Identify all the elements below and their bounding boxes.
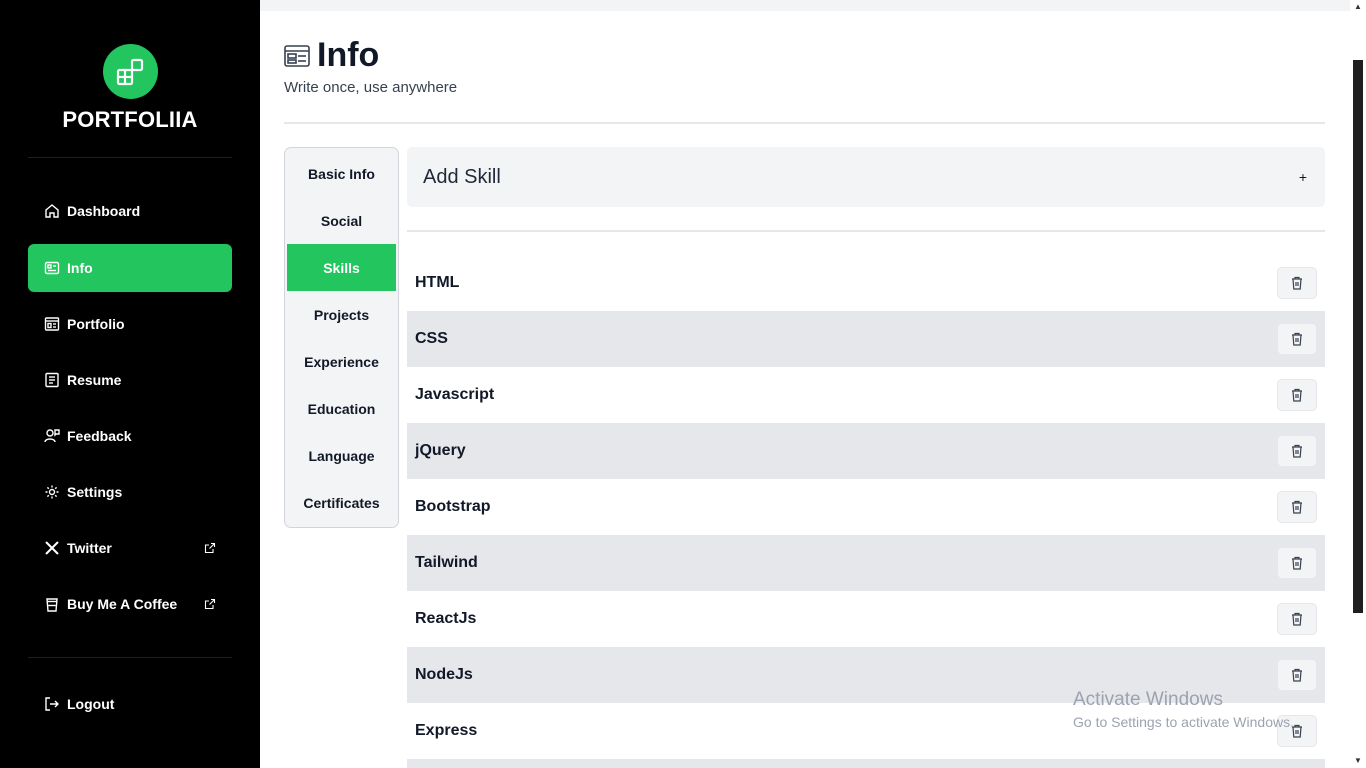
header-divider: [284, 122, 1325, 124]
sidebar-divider: [28, 157, 232, 158]
sidebar: PORTFOLIIA Dashboard Info Portfolio Resu…: [0, 0, 260, 768]
scroll-thumb[interactable]: [1353, 60, 1363, 613]
trash-icon: [1292, 332, 1302, 346]
tab-skills[interactable]: Skills: [287, 244, 396, 291]
skill-name: NodeJs: [415, 666, 473, 683]
logout-icon: [44, 696, 60, 712]
page-title: Info: [317, 36, 380, 74]
watermark-title: Activate Windows: [1073, 689, 1223, 710]
skills-divider: [407, 230, 1325, 232]
page-header: Info Write once, use anywhere: [284, 36, 457, 96]
sidebar-item-dashboard[interactable]: Dashboard: [28, 187, 232, 235]
vertical-scrollbar[interactable]: ▲ ▼: [1350, 0, 1366, 768]
skill-row: Javascript: [407, 367, 1325, 423]
sidebar-item-label: Resume: [67, 372, 122, 388]
info-card-icon: [284, 44, 310, 68]
windows-activation-watermark: Activate Windows Go to Settings to activ…: [1073, 689, 1294, 730]
sidebar-item-label: Twitter: [67, 540, 112, 556]
sidebar-item-label: Portfolio: [67, 316, 125, 332]
delete-skill-button[interactable]: [1277, 547, 1317, 579]
sidebar-item-label: Info: [67, 260, 93, 276]
trash-icon: [1292, 444, 1302, 458]
brand-name: PORTFOLIIA: [62, 107, 198, 132]
settings-icon: [44, 484, 60, 500]
skill-name: HTML: [415, 274, 460, 291]
coffee-icon: [44, 596, 60, 612]
skill-row: Tailwind: [407, 535, 1325, 591]
tab-experience[interactable]: Experience: [287, 338, 396, 385]
trash-icon: [1292, 500, 1302, 514]
brand-logo[interactable]: PORTFOLIIA: [0, 44, 260, 133]
delete-skill-button[interactable]: [1277, 435, 1317, 467]
portfolio-icon: [44, 316, 60, 332]
skill-name: ReactJs: [415, 610, 477, 627]
external-link-icon: [204, 541, 216, 554]
delete-skill-button[interactable]: [1277, 659, 1317, 691]
sidebar-divider: [28, 657, 232, 658]
tab-basic-info[interactable]: Basic Info: [287, 150, 396, 197]
tab-education[interactable]: Education: [287, 385, 396, 432]
tab-certificates[interactable]: Certificates: [287, 479, 396, 526]
sidebar-item-resume[interactable]: Resume: [28, 356, 232, 404]
delete-skill-button[interactable]: [1277, 603, 1317, 635]
watermark-subtitle: Go to Settings to activate Windows.: [1073, 714, 1294, 730]
skill-name: Javascript: [415, 386, 495, 403]
sidebar-item-label: Feedback: [67, 428, 132, 444]
add-skill-accordion[interactable]: Add Skill +: [407, 147, 1325, 207]
x-icon: [44, 540, 60, 556]
info-card-icon: [44, 260, 60, 276]
delete-skill-button[interactable]: [1277, 491, 1317, 523]
home-icon: [44, 203, 60, 219]
skill-name: jQuery: [415, 442, 466, 459]
sidebar-item-label: Settings: [67, 484, 123, 500]
sidebar-item-buy-me-a-coffee[interactable]: Buy Me A Coffee: [28, 580, 232, 628]
trash-icon: [1292, 388, 1302, 402]
skill-row: HTML: [407, 255, 1325, 311]
sidebar-item-twitter[interactable]: Twitter: [28, 524, 232, 572]
trash-icon: [1292, 556, 1302, 570]
plus-icon[interactable]: +: [1299, 169, 1307, 185]
scroll-up-icon[interactable]: ▲: [1354, 2, 1362, 11]
sidebar-item-settings[interactable]: Settings: [28, 468, 232, 516]
add-skill-label: Add Skill: [423, 165, 501, 188]
skill-row: CSS: [407, 311, 1325, 367]
skill-row-partial: [407, 759, 1325, 768]
tab-social[interactable]: Social: [287, 197, 396, 244]
delete-skill-button[interactable]: [1277, 267, 1317, 299]
feedback-icon: [44, 428, 60, 444]
sidebar-item-feedback[interactable]: Feedback: [28, 412, 232, 460]
sidebar-item-info[interactable]: Info: [28, 244, 232, 292]
skill-name: Bootstrap: [415, 498, 491, 515]
sidebar-item-label: Dashboard: [67, 203, 141, 219]
logo-icon: [102, 44, 158, 99]
skill-name: Express: [415, 722, 478, 739]
delete-skill-button[interactable]: [1277, 323, 1317, 355]
sidebar-item-label: Buy Me A Coffee: [67, 596, 178, 612]
external-link-icon: [204, 597, 216, 610]
delete-skill-button[interactable]: [1277, 379, 1317, 411]
info-tabs: Basic Info Social Skills Projects Experi…: [284, 147, 399, 528]
scroll-down-icon[interactable]: ▼: [1354, 756, 1362, 765]
resume-icon: [44, 372, 60, 388]
skill-row: jQuery: [407, 423, 1325, 479]
tab-projects[interactable]: Projects: [287, 291, 396, 338]
trash-icon: [1292, 668, 1302, 682]
page-subtitle: Write once, use anywhere: [284, 79, 458, 96]
skill-row: Bootstrap: [407, 479, 1325, 535]
top-bar: [260, 0, 1350, 11]
tab-language[interactable]: Language: [287, 432, 396, 479]
skill-row: ReactJs: [407, 591, 1325, 647]
skill-name: Tailwind: [415, 554, 478, 571]
trash-icon: [1292, 612, 1302, 626]
logout-label: Logout: [67, 696, 115, 712]
sidebar-item-portfolio[interactable]: Portfolio: [28, 300, 232, 348]
trash-icon: [1292, 276, 1302, 290]
logout-button[interactable]: Logout: [28, 680, 232, 728]
skill-name: CSS: [415, 330, 448, 347]
